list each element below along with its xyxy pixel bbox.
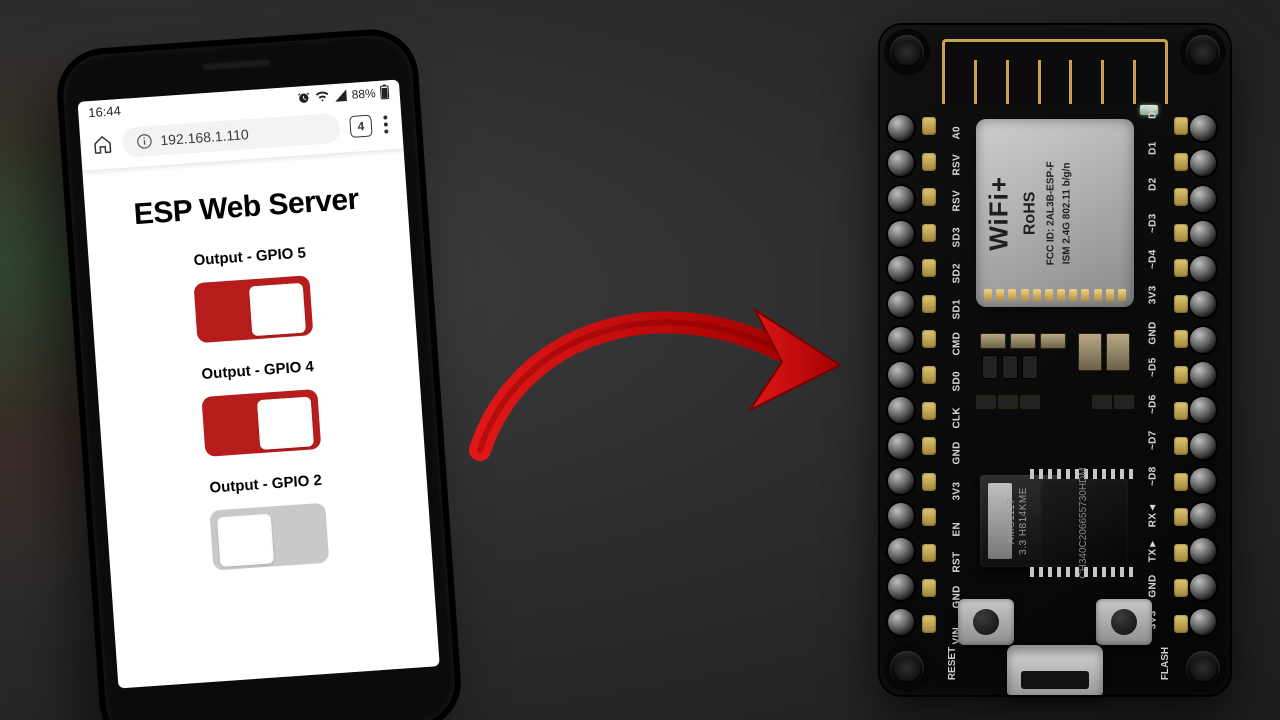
flash-button-label: FLASH bbox=[1160, 647, 1171, 680]
mount-hole bbox=[1186, 35, 1220, 69]
rohs-text: RoHS bbox=[1020, 191, 1042, 235]
smd-capacitor bbox=[980, 333, 1006, 349]
smd-resistor bbox=[976, 395, 996, 409]
header-pins-left bbox=[888, 115, 920, 635]
home-icon[interactable] bbox=[92, 134, 113, 155]
fcc-id-text: FCC ID: 2AL3B-ESP-F bbox=[1044, 161, 1058, 265]
url-text: 192.168.1.110 bbox=[160, 126, 249, 148]
reset-button[interactable] bbox=[958, 599, 1014, 645]
signal-icon bbox=[333, 88, 348, 103]
red-arrow-icon bbox=[460, 270, 860, 470]
smd-component-cluster bbox=[976, 325, 1134, 465]
browser-omnibox[interactable]: 192.168.1.110 bbox=[121, 113, 341, 158]
battery-percent: 88% bbox=[351, 86, 376, 102]
pin-labels-left: A0RSVRSVSD3SD2SD1CMDSD0CLKGND3V3ENRSTGND… bbox=[940, 117, 974, 633]
page-title: ESP Web Server bbox=[98, 180, 394, 234]
smartphone-mockup: 16:44 88% 192.168.1.110 4 ESP Web Server bbox=[56, 28, 462, 720]
solder-pads-right bbox=[1174, 117, 1188, 633]
smd-resistor bbox=[1022, 355, 1038, 379]
mount-hole bbox=[890, 35, 924, 69]
tab-count-value: 4 bbox=[357, 119, 365, 133]
smd-resistor bbox=[982, 355, 998, 379]
usb-serial-chip-ch340: CH340C 206655730 HDM bbox=[1040, 479, 1128, 567]
smd-capacitor bbox=[1106, 333, 1130, 371]
regulator-marking: AMS1117 3.3 H814KME bbox=[1006, 487, 1030, 555]
pcb-antenna bbox=[942, 39, 1168, 104]
battery-icon bbox=[379, 84, 390, 100]
uchip-line1: CH340C bbox=[1078, 540, 1090, 578]
tab-counter[interactable]: 4 bbox=[349, 115, 372, 138]
pin-labels-right: D0D1D2~D3~D43V3GND~D5~D6~D7~D8RX◄TX►GND3… bbox=[1136, 117, 1170, 633]
shield-castellations bbox=[984, 289, 1126, 301]
micro-usb-port[interactable] bbox=[1007, 645, 1103, 695]
toggle-knob bbox=[249, 283, 306, 337]
smd-capacitor bbox=[1040, 333, 1066, 349]
phone-screen: 16:44 88% 192.168.1.110 4 ESP Web Server bbox=[78, 79, 440, 688]
mount-hole bbox=[890, 651, 924, 685]
toggle-gpio2[interactable] bbox=[209, 503, 329, 571]
smd-resistor bbox=[998, 395, 1018, 409]
header-pins-right bbox=[1190, 115, 1222, 635]
reg-line1: AMS1117 bbox=[1006, 498, 1017, 544]
reg-line2: 3.3 H814KME bbox=[1018, 487, 1029, 555]
reset-button-label: RESET bbox=[947, 647, 958, 680]
output-row-gpio4: Output - GPIO 4 bbox=[110, 352, 410, 468]
solder-pads-left bbox=[922, 117, 936, 633]
smd-capacitor bbox=[1010, 333, 1036, 349]
output-row-gpio2: Output - GPIO 2 bbox=[118, 466, 418, 582]
output-row-gpio5: Output - GPIO 5 bbox=[103, 238, 403, 354]
uchip-line2: 206655730 bbox=[1078, 490, 1090, 540]
smd-resistor bbox=[1114, 395, 1134, 409]
output-label: Output - GPIO 2 bbox=[118, 466, 412, 503]
mount-hole bbox=[1186, 651, 1220, 685]
smd-resistor bbox=[1020, 395, 1040, 409]
toggle-knob bbox=[257, 396, 314, 450]
overflow-menu-icon[interactable] bbox=[381, 115, 390, 134]
esp8266-nodemcu-board: A0RSVRSVSD3SD2SD1CMDSD0CLKGND3V3ENRSTGND… bbox=[880, 25, 1230, 695]
smd-resistor bbox=[1002, 355, 1018, 379]
usb-chip-marking: CH340C 206655730 HDM bbox=[1040, 479, 1128, 567]
web-page-content: ESP Web Server Output - GPIO 5 Output - … bbox=[82, 149, 432, 582]
uchip-line3: HDM bbox=[1078, 467, 1090, 490]
esp-wifi-shield: WiFi+ RoHS FCC ID: 2AL3B-ESP-F ISM 2.4G … bbox=[976, 119, 1134, 307]
output-label: Output - GPIO 4 bbox=[110, 352, 404, 389]
toggle-gpio5[interactable] bbox=[193, 275, 313, 343]
status-time: 16:44 bbox=[88, 103, 122, 120]
smd-capacitor bbox=[1078, 333, 1102, 371]
alarm-icon bbox=[296, 90, 311, 105]
shield-markings: WiFi+ RoHS FCC ID: 2AL3B-ESP-F ISM 2.4G … bbox=[982, 161, 1075, 265]
smd-resistor bbox=[1092, 395, 1112, 409]
wifi-logo-text: WiFi+ bbox=[982, 176, 1017, 251]
site-info-icon[interactable] bbox=[136, 133, 153, 150]
toggle-gpio4[interactable] bbox=[201, 389, 321, 457]
toggle-knob bbox=[217, 513, 274, 567]
flash-button[interactable] bbox=[1096, 599, 1152, 645]
wifi-icon bbox=[314, 89, 330, 104]
ism-band-text: ISM 2.4G 802.11 b/g/n bbox=[1061, 162, 1075, 264]
output-label: Output - GPIO 5 bbox=[103, 238, 397, 275]
